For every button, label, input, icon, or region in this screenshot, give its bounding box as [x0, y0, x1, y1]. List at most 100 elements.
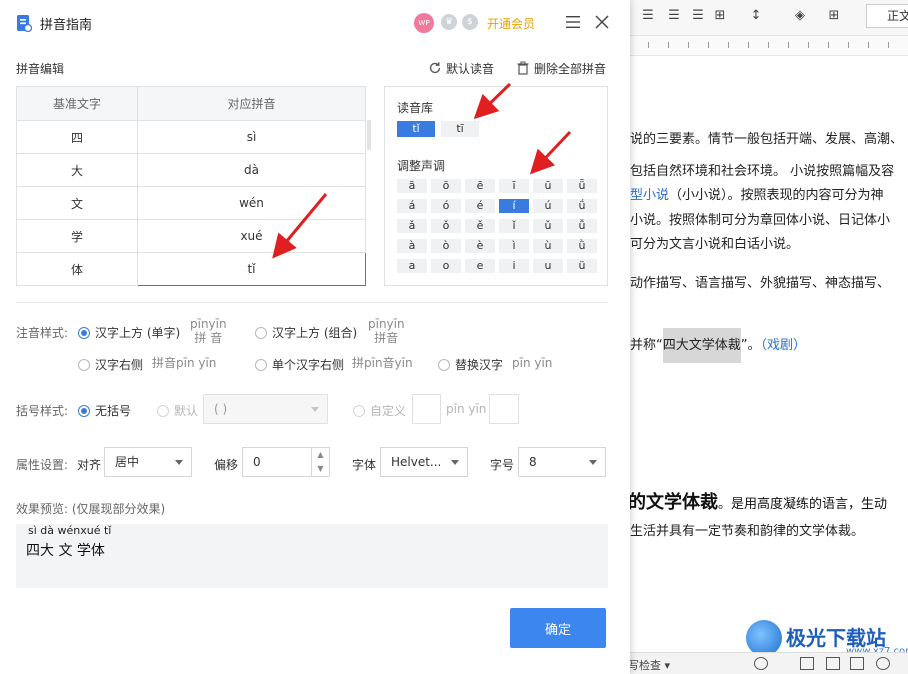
- coin-icon[interactable]: $: [462, 14, 478, 30]
- tone-cell[interactable]: u: [533, 259, 563, 273]
- radio-replace[interactable]: 替换汉字: [438, 356, 503, 373]
- tone-cell[interactable]: ǎ: [397, 219, 427, 233]
- radio-single-right[interactable]: 单个汉字右侧: [255, 356, 344, 373]
- doc-text-line: 动作描写、语言描写、外貌描写、神态描写、: [630, 276, 891, 291]
- justify-icon[interactable]: ☰: [690, 8, 706, 24]
- tone-cell[interactable]: ī: [499, 179, 529, 193]
- outline-view-icon[interactable]: [826, 657, 840, 670]
- title-bar: 拼音指南 WP ♛ $ 开通会员: [0, 0, 630, 46]
- table-header-row: 基准文字 对应拼音: [16, 86, 366, 121]
- offset-stepper[interactable]: 0 ▲ ▼: [242, 447, 330, 477]
- tone-cell[interactable]: ē: [465, 179, 495, 193]
- custom-left-bracket-input[interactable]: [412, 394, 441, 424]
- tone-cell[interactable]: ǐ: [499, 219, 529, 233]
- tone-cell[interactable]: ü: [567, 259, 597, 273]
- line-spacing-icon[interactable]: ↕: [748, 8, 764, 24]
- close-icon[interactable]: [595, 15, 609, 29]
- border-icon[interactable]: ⊞: [826, 8, 842, 24]
- web-view-icon[interactable]: [876, 657, 890, 670]
- table-row[interactable]: 大 dà: [16, 153, 366, 187]
- tone-cell[interactable]: é: [465, 199, 495, 213]
- pinyin-cell[interactable]: xué: [137, 219, 366, 253]
- tone-cell[interactable]: ú: [533, 199, 563, 213]
- tone-cell[interactable]: ǖ: [567, 179, 597, 193]
- table-row[interactable]: 文 wén: [16, 186, 366, 220]
- tone-cell[interactable]: ù: [533, 239, 563, 253]
- base-char-cell: 学: [16, 219, 138, 253]
- column-header-pinyin: 对应拼音: [137, 86, 366, 121]
- tone-cell[interactable]: a: [397, 259, 427, 273]
- table-row[interactable]: 四 sì: [16, 120, 366, 154]
- radio-above-group[interactable]: 汉字上方 (组合): [255, 324, 357, 341]
- pinyin-cell[interactable]: sì: [137, 120, 366, 154]
- tone-cell[interactable]: ě: [465, 219, 495, 233]
- custom-right-bracket-input[interactable]: [489, 394, 519, 424]
- font-select[interactable]: Helvet...: [380, 447, 468, 477]
- doc-selection-highlight[interactable]: 四大文学体裁: [662, 328, 741, 363]
- reading-option[interactable]: tī: [441, 121, 479, 137]
- pinyin-cell[interactable]: wén: [137, 186, 366, 220]
- tone-cell[interactable]: ū: [533, 179, 563, 193]
- increment-icon[interactable]: ▲: [311, 448, 329, 462]
- book-view-icon[interactable]: [850, 657, 864, 670]
- default-reading-button[interactable]: 默认读音: [428, 60, 494, 77]
- tone-cell[interactable]: ǔ: [533, 219, 563, 233]
- style-selector[interactable]: 正文: [866, 4, 908, 28]
- tone-cell[interactable]: ǒ: [431, 219, 461, 233]
- tone-cell[interactable]: e: [465, 259, 495, 273]
- eye-icon[interactable]: [754, 657, 768, 670]
- document-toolbar: ☰ ☰ ☰ ⊞ ↕ ◈ ⊞ 正文: [628, 0, 908, 36]
- distribute-icon[interactable]: ⊞: [712, 8, 728, 24]
- tone-cell[interactable]: ó: [431, 199, 461, 213]
- decrement-icon[interactable]: ▼: [311, 462, 329, 476]
- table-scrollbar[interactable]: [367, 120, 371, 150]
- doc-link[interactable]: 型小说: [630, 188, 669, 203]
- size-select[interactable]: 8: [518, 447, 606, 477]
- tone-cell[interactable]: ō: [431, 179, 461, 193]
- radio-default-bracket[interactable]: 默认: [157, 402, 198, 419]
- align-right-icon[interactable]: ☰: [666, 8, 682, 24]
- pinyin-guide-dialog: 拼音指南 WP ♛ $ 开通会员 拼音编辑 默认读音 删除全部拼音 基准文字 对…: [0, 0, 630, 674]
- align-select[interactable]: 居中: [104, 447, 192, 477]
- radio-above-single[interactable]: 汉字上方 (单字): [78, 324, 180, 341]
- column-header-base-text: 基准文字: [16, 86, 138, 121]
- radio-right[interactable]: 汉字右侧: [78, 356, 143, 373]
- tone-cell[interactable]: ò: [431, 239, 461, 253]
- pinyin-cell[interactable]: dà: [137, 153, 366, 187]
- tone-cell[interactable]: à: [397, 239, 427, 253]
- tone-cell-selected[interactable]: í: [499, 199, 529, 213]
- table-row[interactable]: 学 xué: [16, 219, 366, 253]
- pinyin-cell-active[interactable]: tǐ: [137, 252, 366, 286]
- tone-cell[interactable]: ǜ: [567, 239, 597, 253]
- font-label: 字体: [352, 458, 377, 472]
- doc-text-line: 生活并具有一定节奏和韵律的文学体裁。: [630, 524, 865, 539]
- avatar[interactable]: WP: [414, 13, 434, 33]
- doc-text-line: 并称“四大文学体裁”。（戏剧）: [630, 328, 806, 363]
- tone-cell[interactable]: ā: [397, 179, 427, 193]
- pinyin-table: 基准文字 对应拼音 四 sì 大 dà 文 wén 学 xué 体 tǐ: [16, 86, 366, 286]
- tone-cell[interactable]: ǘ: [567, 199, 597, 213]
- menu-icon[interactable]: [566, 16, 580, 28]
- shading-icon[interactable]: ◈: [792, 8, 808, 24]
- crown-icon[interactable]: ♛: [441, 14, 457, 30]
- tone-cell[interactable]: á: [397, 199, 427, 213]
- spell-check-menu[interactable]: 写检查 ▾: [628, 657, 670, 673]
- tone-cell[interactable]: è: [465, 239, 495, 253]
- table-row[interactable]: 体 tǐ: [16, 252, 366, 286]
- tone-cell[interactable]: i: [499, 259, 529, 273]
- ok-button[interactable]: 确定: [510, 608, 606, 648]
- reading-option-selected[interactable]: tǐ: [397, 121, 435, 137]
- radio-no-bracket[interactable]: 无括号: [78, 402, 131, 419]
- base-char-cell: 四: [16, 120, 138, 154]
- bracket-select[interactable]: ( ): [203, 394, 328, 424]
- delete-all-pinyin-button[interactable]: 删除全部拼音: [516, 60, 606, 77]
- tone-cell[interactable]: ǚ: [567, 219, 597, 233]
- page-view-icon[interactable]: [800, 657, 814, 670]
- radio-custom-bracket[interactable]: 自定义: [353, 402, 406, 419]
- tone-cell[interactable]: ì: [499, 239, 529, 253]
- align-left-icon[interactable]: ☰: [640, 8, 656, 24]
- offset-label: 偏移: [214, 458, 239, 472]
- tone-cell[interactable]: o: [431, 259, 461, 273]
- vip-link[interactable]: 开通会员: [487, 15, 535, 32]
- preview-label: 效果预览: (仅展现部分效果): [16, 502, 166, 516]
